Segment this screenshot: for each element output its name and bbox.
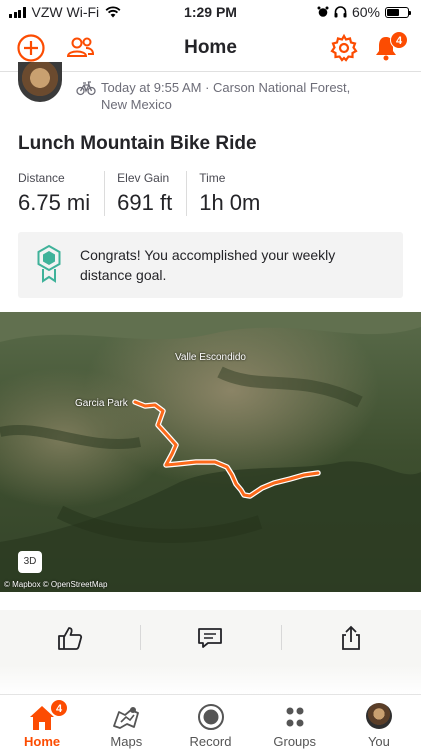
share-icon (341, 625, 360, 650)
maps-icon (113, 707, 140, 729)
stat-value: 6.75 mi (18, 190, 91, 215)
stat-elevation: Elev Gain 691 ft (117, 171, 188, 216)
alarm-icon (317, 6, 329, 17)
map-label-garcia-park: Garcia Park (75, 398, 128, 409)
share-button[interactable] (280, 610, 421, 665)
goal-text: Congrats! You accomplished your weekly d… (80, 247, 336, 283)
goal-badge-icon (37, 244, 61, 283)
comment-button[interactable] (140, 610, 280, 665)
feed-separator (0, 665, 421, 695)
tab-maps[interactable]: Maps (84, 695, 168, 750)
map-3d-button[interactable]: 3D (18, 551, 42, 573)
tab-label: Home (24, 734, 61, 749)
activity-date-location: Today at 9:55 AM · Carson National Fores… (101, 80, 351, 95)
battery-percent: 60% (351, 4, 380, 20)
tab-you[interactable]: You (337, 695, 421, 750)
stat-time: Time 1h 0m (199, 171, 274, 216)
activity-map[interactable]: Valle Escondido Garcia Park 3D © Mapbox … (0, 312, 421, 592)
stat-label: Time (199, 171, 226, 185)
athlete-avatar[interactable] (18, 62, 62, 102)
status-right: 60% (317, 4, 411, 20)
profile-avatar (365, 703, 392, 729)
headphones-icon (334, 6, 347, 18)
status-bar: VZW Wi-Fi 1:29 PM 60% (0, 0, 421, 26)
stat-distance: Distance 6.75 mi (18, 171, 106, 216)
thumbs-up-icon (58, 626, 83, 650)
stat-value: 691 ft (117, 190, 173, 215)
notifications-badge: 4 (390, 31, 408, 49)
map-label-valle-escondido: Valle Escondido (175, 352, 246, 363)
home-tab-badge: 4 (50, 699, 68, 717)
map-credit: © Mapbox © OpenStreetMap (4, 580, 108, 589)
activity-stats: Distance 6.75 mi Elev Gain 691 ft Time 1… (18, 171, 286, 216)
record-icon (197, 704, 224, 730)
goal-banner[interactable]: Congrats! You accomplished your weekly d… (18, 232, 403, 298)
groups-icon (286, 707, 304, 727)
tab-label: You (367, 734, 390, 749)
tab-record[interactable]: Record (168, 695, 252, 750)
tab-label: Record (189, 734, 232, 749)
comment-icon (198, 627, 223, 648)
settings-gear-icon[interactable] (328, 32, 360, 64)
stat-value: 1h 0m (199, 190, 261, 215)
tab-bar: 4 Home Maps Record Groups You (0, 694, 421, 750)
mountain-bike-icon (76, 81, 96, 96)
battery-icon (385, 6, 411, 18)
activity-meta: Today at 9:55 AM · Carson National Fores… (101, 79, 401, 113)
activity-actions (0, 610, 421, 665)
activity-title[interactable]: Lunch Mountain Bike Ride (18, 133, 257, 155)
tab-label: Maps (110, 734, 143, 749)
kudos-button[interactable] (0, 610, 140, 665)
activity-location-state: New Mexico (101, 97, 172, 112)
tab-home[interactable]: 4 Home (0, 695, 84, 750)
stat-label: Distance (18, 171, 65, 185)
tab-groups[interactable]: Groups (253, 695, 337, 750)
stat-label: Elev Gain (117, 171, 170, 185)
tab-label: Groups (273, 734, 317, 749)
app-header: Home 4 (0, 26, 421, 72)
